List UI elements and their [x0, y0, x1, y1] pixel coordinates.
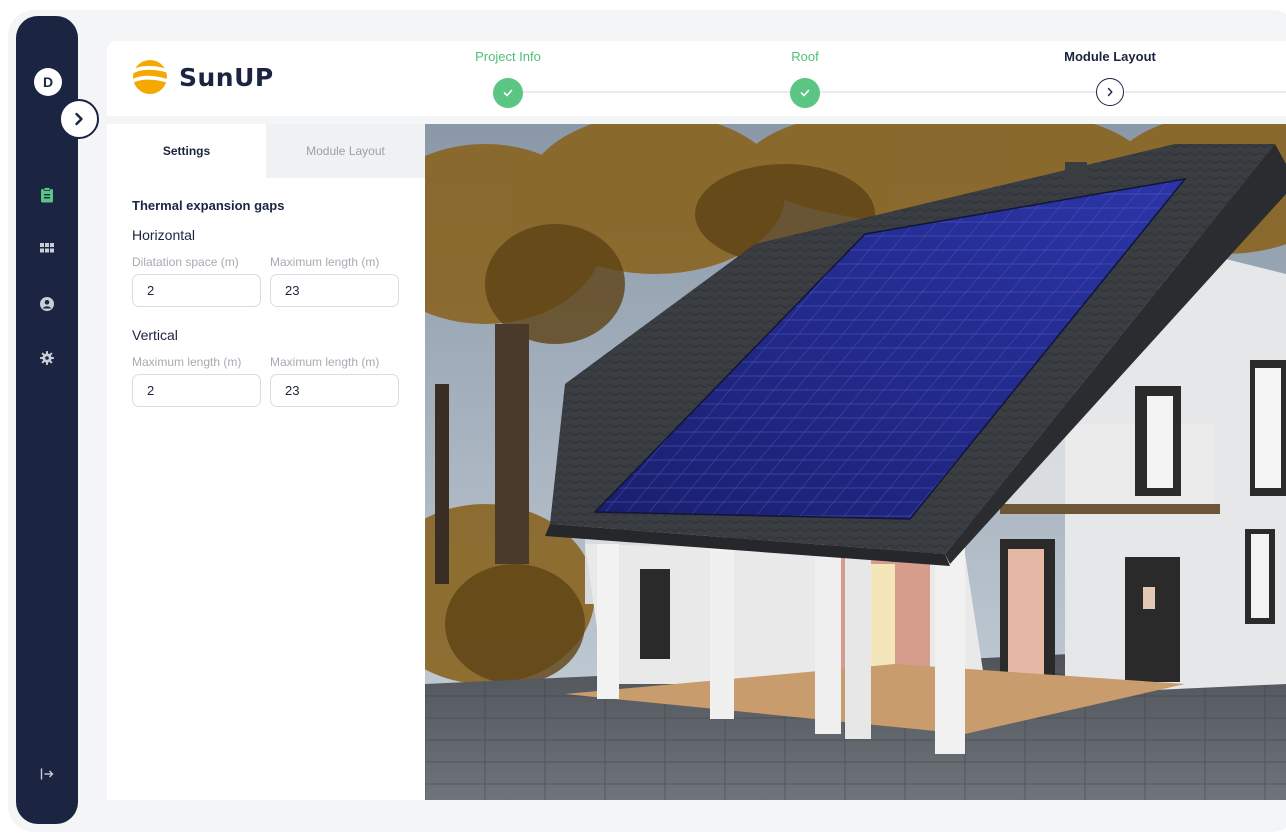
top-bar: SunUP Project Info Roof Module Layout — [107, 41, 1286, 116]
step-connector — [805, 91, 1105, 93]
field-label: Maximum length (m) — [132, 355, 242, 369]
chevron-right-icon — [1096, 78, 1124, 106]
check-icon — [790, 78, 820, 108]
user-icon[interactable] — [37, 294, 57, 314]
vertical-maximum-length-input-2[interactable]: 23 — [270, 374, 399, 407]
step-label: Module Layout — [1064, 49, 1156, 64]
house-render-image — [425, 124, 1286, 800]
step-roof[interactable]: Roof — [745, 49, 865, 64]
step-module-layout[interactable]: Module Layout — [1050, 49, 1170, 64]
horizontal-label: Horizontal — [132, 227, 196, 243]
field-label: Maximum length (m) — [270, 355, 380, 369]
field-label: Dilatation space (m) — [132, 255, 239, 269]
step-label: Project Info — [475, 49, 541, 64]
logout-icon[interactable] — [37, 764, 57, 784]
sidebar: D — [16, 16, 78, 824]
step-connector — [1125, 91, 1286, 93]
tab-settings[interactable]: Settings — [107, 124, 266, 178]
field-label: Maximum length (m) — [270, 255, 380, 269]
chevron-right-icon — [75, 112, 83, 126]
panel-tabs: Settings Module Layout — [107, 124, 425, 178]
step-project-info[interactable]: Project Info — [448, 49, 568, 64]
clipboard-icon[interactable] — [37, 185, 57, 205]
horizontal-dilatation-space-input[interactable]: 2 — [132, 274, 261, 307]
grid-icon[interactable] — [37, 238, 57, 258]
vertical-maximum-length-input[interactable]: 2 — [132, 374, 261, 407]
house-3d-viewport[interactable] — [425, 124, 1286, 800]
avatar[interactable]: D — [34, 68, 62, 96]
step-connector — [508, 91, 808, 93]
check-icon — [493, 78, 523, 108]
gear-icon[interactable] — [37, 348, 57, 368]
sun-logo-icon — [131, 60, 171, 94]
horizontal-maximum-length-input[interactable]: 23 — [270, 274, 399, 307]
brand-name: SunUP — [179, 62, 274, 92]
tab-module-layout[interactable]: Module Layout — [266, 124, 425, 178]
vertical-label: Vertical — [132, 327, 178, 343]
sunup-logo[interactable]: SunUP — [131, 59, 274, 95]
step-label: Roof — [791, 49, 819, 64]
section-title: Thermal expansion gaps — [132, 198, 285, 213]
expand-sidebar-button[interactable] — [59, 99, 99, 139]
settings-panel: Settings Module Layout Thermal expansion… — [107, 124, 425, 800]
